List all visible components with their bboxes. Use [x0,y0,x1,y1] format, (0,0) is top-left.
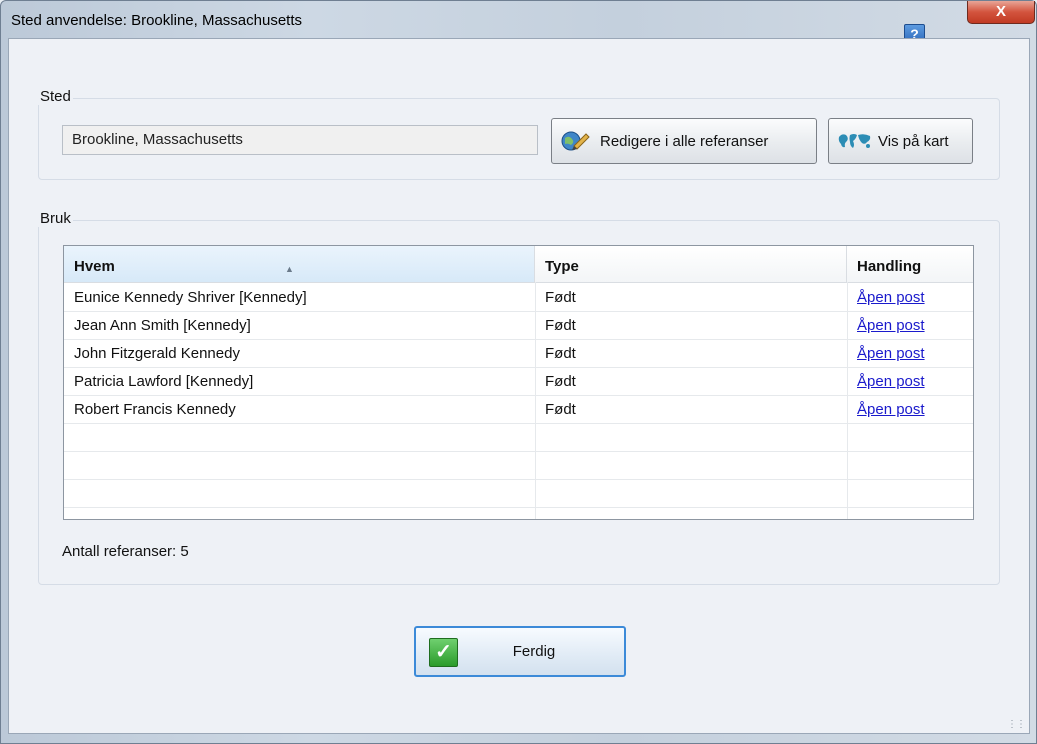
cell-type: Født [545,373,576,390]
table-header: ▲ Hvem Type Handling [64,246,973,283]
column-header-who-label: Hvem [74,258,115,275]
edit-all-references-label: Redigere i alle referanser [600,132,769,150]
cell-type: Født [545,289,576,306]
open-record-link[interactable]: Åpen post [847,367,925,395]
place-field: Brookline, Massachusetts [62,125,538,155]
column-header-type-label: Type [545,258,579,275]
empty-row [64,479,973,508]
usage-group-label: Bruk [38,210,73,227]
title-bar[interactable]: Sted anvendelse: Brookline, Massachusett… [1,1,1036,45]
table-row[interactable]: Jean Ann Smith [Kennedy] Født Åpen post [64,311,973,340]
empty-row [64,507,973,519]
column-header-type[interactable]: Type [535,246,847,282]
open-record-link[interactable]: Åpen post [847,283,925,311]
cell-who: Patricia Lawford [Kennedy] [74,373,254,390]
world-map-icon [838,132,872,150]
window-title: Sted anvendelse: Brookline, Massachusett… [11,12,302,29]
table-row[interactable]: Robert Francis Kennedy Født Åpen post [64,395,973,424]
column-header-action-label: Handling [857,258,922,275]
show-on-map-label: Vis på kart [878,132,949,150]
done-label: Ferdig [512,643,556,660]
table-row[interactable]: John Fitzgerald Kennedy Født Åpen post [64,339,973,368]
show-on-map-button[interactable]: Vis på kart [828,118,973,164]
usage-table: ▲ Hvem Type Handling Eunice Kennedy Shri… [63,245,974,520]
edit-all-references-button[interactable]: Redigere i alle referanser [551,118,817,164]
cell-type: Født [545,401,576,418]
column-header-who[interactable]: ▲ Hvem [64,246,535,282]
done-button[interactable]: ✓ Ferdig [414,626,626,677]
cell-type: Født [545,345,576,362]
cell-who: Jean Ann Smith [Kennedy] [74,317,251,334]
column-header-action[interactable]: Handling [847,246,973,282]
empty-row [64,451,973,480]
empty-row [64,423,973,452]
table-row[interactable]: Patricia Lawford [Kennedy] Født Åpen pos… [64,367,973,396]
cell-who: Eunice Kennedy Shriver [Kennedy] [74,289,307,306]
open-record-link[interactable]: Åpen post [847,339,925,367]
resize-grip-icon[interactable]: ⋮⋮ [1007,719,1026,730]
edit-globe-icon [560,130,590,152]
open-record-link[interactable]: Åpen post [847,311,925,339]
close-button[interactable]: X [967,1,1035,24]
place-group-label: Sted [38,88,73,105]
open-record-link[interactable]: Åpen post [847,395,925,423]
table-row[interactable]: Eunice Kennedy Shriver [Kennedy] Født Åp… [64,283,973,312]
cell-who: Robert Francis Kennedy [74,401,236,418]
reference-count: Antall referanser: 5 [62,543,189,560]
cell-who: John Fitzgerald Kennedy [74,345,240,362]
cell-type: Født [545,317,576,334]
